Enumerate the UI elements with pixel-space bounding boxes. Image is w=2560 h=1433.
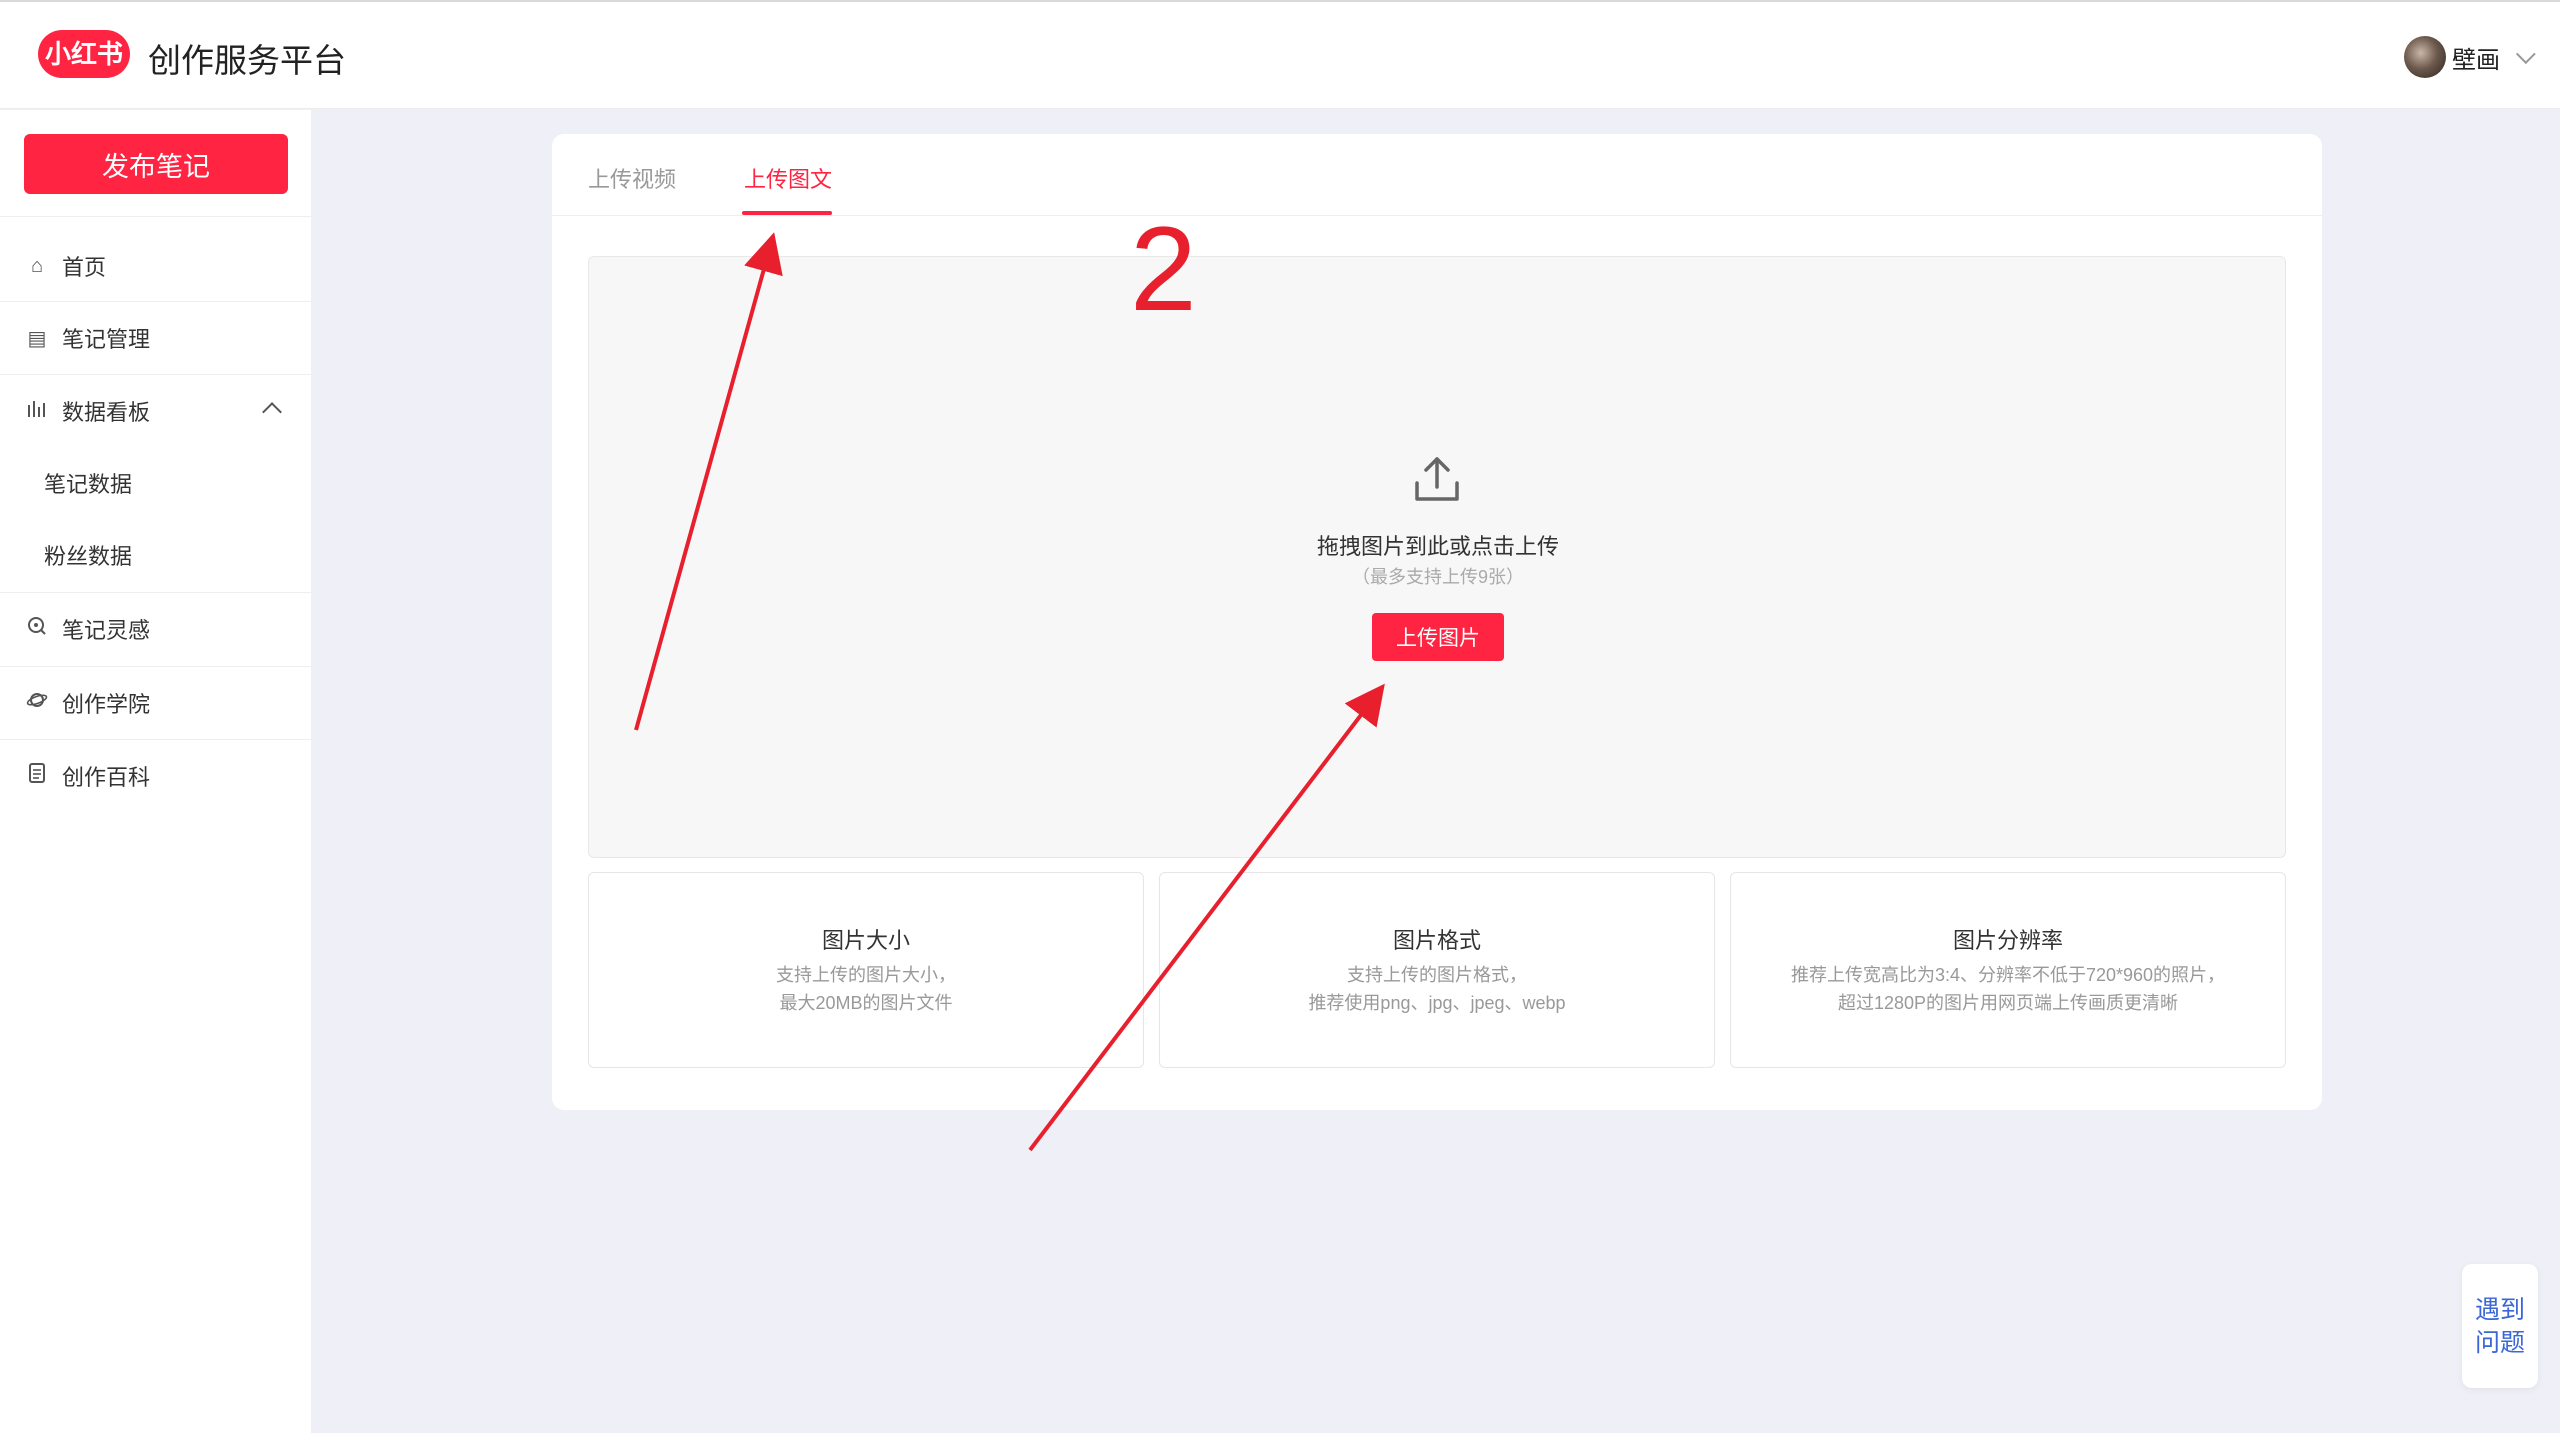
upload-image-button[interactable]: 上传图片 <box>1372 613 1504 661</box>
planet-icon <box>24 691 50 715</box>
sidebar-item-creator-wiki[interactable]: 创作百科 <box>0 740 311 812</box>
sidebar-item-label: 粉丝数据 <box>44 544 133 569</box>
upload-icon <box>1415 457 1459 501</box>
sidebar-item-note-data[interactable]: 笔记数据 <box>0 447 311 519</box>
user-name[interactable]: 壁画 <box>2452 40 2500 75</box>
sidebar-item-creator-academy[interactable]: 创作学院 <box>0 667 311 739</box>
home-icon: ⌂ <box>30 254 44 277</box>
sidebar-item-label: 笔记管理 <box>62 327 151 352</box>
app-title: 创作服务平台 <box>148 42 346 79</box>
user-menu[interactable]: 壁画 <box>2404 36 2536 78</box>
info-title: 图片格式 <box>1392 928 1481 953</box>
sidebar-item-home[interactable]: ⌂ 首页 <box>0 230 311 302</box>
sidebar-item-fan-data[interactable]: 粉丝数据 <box>0 519 311 591</box>
info-text: 支持上传的图片格式， <box>1347 965 1527 985</box>
sidebar-item-data-dashboard[interactable]: 数据看板 <box>0 375 311 447</box>
info-box-image-size: 图片大小 支持上传的图片大小， 最大20MB的图片文件 <box>588 872 1144 1068</box>
info-text: 支持上传的图片大小， <box>776 965 956 985</box>
info-title: 图片分辨率 <box>1952 928 2063 953</box>
inspiration-icon <box>24 616 50 642</box>
avatar[interactable] <box>2404 36 2446 78</box>
upload-tabs: 上传视频 上传图文 <box>552 134 2322 216</box>
upload-card: 上传视频 上传图文 拖拽图片到此或点击上传 （最多支持上传9张） 上传图片 图片… <box>552 134 2322 1110</box>
sidebar-item-note-inspiration[interactable]: 笔记灵感 <box>0 593 311 665</box>
chart-icon <box>24 399 50 423</box>
info-box-image-resolution: 图片分辨率 推荐上传宽高比为3:4、分辨率不低于720*960的照片， 超过12… <box>1730 872 2286 1068</box>
tab-upload-video[interactable]: 上传视频 <box>588 162 676 194</box>
sidebar-item-label: 笔记灵感 <box>62 618 151 643</box>
info-title: 图片大小 <box>821 928 910 953</box>
help-text: 遇到 <box>2474 1296 2525 1324</box>
info-box-image-format: 图片格式 支持上传的图片格式， 推荐使用png、jpg、jpeg、webp <box>1159 872 1715 1068</box>
dropzone-hint: （最多支持上传9张） <box>1351 567 1524 587</box>
sidebar-item-label: 创作学院 <box>62 692 151 717</box>
image-dropzone[interactable]: 拖拽图片到此或点击上传 （最多支持上传9张） 上传图片 <box>588 256 2286 858</box>
active-tab-indicator <box>742 211 832 215</box>
dropzone-title: 拖拽图片到此或点击上传 <box>1316 534 1559 559</box>
book-icon <box>24 763 50 789</box>
sidebar-item-label: 创作百科 <box>62 765 151 790</box>
chevron-down-icon[interactable] <box>2515 44 2536 65</box>
publish-note-button[interactable]: 发布笔记 <box>24 134 288 194</box>
sidebar: 发布笔记 ⌂ 首页 ▤ 笔记管理 数据看板 笔记数据 粉丝数据 笔记灵感 创作学… <box>0 110 311 1433</box>
tab-upload-image[interactable]: 上传图文 <box>744 162 832 194</box>
help-button[interactable]: 遇到 问题 <box>2462 1264 2538 1388</box>
info-text: 最大20MB的图片文件 <box>779 993 953 1013</box>
note-icon: ▤ <box>27 327 47 350</box>
info-text: 推荐使用png、jpg、jpeg、webp <box>1308 993 1566 1013</box>
help-text: 问题 <box>2474 1329 2525 1357</box>
xiaohongshu-logo[interactable]: 小红书 <box>38 30 130 78</box>
info-text: 超过1280P的图片用网页端上传画质更清晰 <box>1837 993 2179 1013</box>
sidebar-item-label: 数据看板 <box>62 400 151 425</box>
sidebar-item-note-management[interactable]: ▤ 笔记管理 <box>0 302 311 374</box>
top-bar: 小红书 创作服务平台 壁画 <box>0 0 2560 109</box>
sidebar-item-label: 首页 <box>62 255 107 280</box>
chevron-up-icon[interactable] <box>262 402 282 422</box>
divider <box>0 216 311 217</box>
info-text: 推荐上传宽高比为3:4、分辨率不低于720*960的照片， <box>1790 965 2226 985</box>
sidebar-item-label: 笔记数据 <box>44 472 133 497</box>
